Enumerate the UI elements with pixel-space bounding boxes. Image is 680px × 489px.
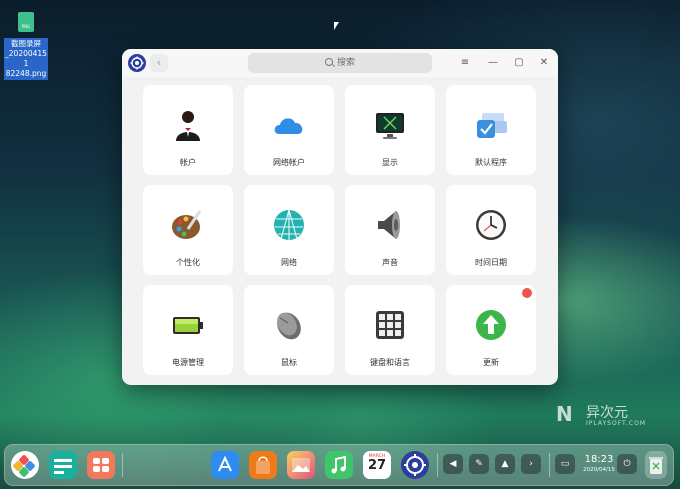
search-placeholder: 搜索 (336, 58, 355, 68)
search-input[interactable]: 搜索 (248, 53, 432, 73)
clock-date: 2020/04/15 (583, 467, 615, 473)
app-store-icon (218, 455, 232, 472)
dock: MARCH 27 ◀ ✎ ▲ › ▭ 18:23 2020/04/15 ⏻ (4, 444, 674, 486)
settings-gear-icon (404, 454, 426, 476)
tile-label: 帐户 (180, 158, 196, 167)
tile-date-time[interactable]: 时间日期 (446, 185, 536, 275)
tile-personalization[interactable]: 个性化 (143, 185, 233, 275)
tile-label: 个性化 (176, 258, 200, 267)
palette-icon (172, 210, 202, 239)
pen-icon: ✎ (475, 459, 483, 469)
power-icon: ⏻ (623, 459, 631, 469)
tile-label: 默认程序 (475, 158, 507, 167)
volume-icon: ◀ (449, 459, 457, 469)
tile-default-apps[interactable]: 默认程序 (446, 85, 536, 175)
tile-sound[interactable]: 声音 (345, 185, 435, 275)
trash-button[interactable] (645, 451, 667, 479)
photos-button[interactable] (287, 451, 315, 479)
notification-button[interactable]: ▲ (495, 454, 515, 474)
png-file-icon: PNG (18, 12, 34, 32)
control-center-logo-icon (128, 54, 146, 72)
close-button[interactable]: ✕ (535, 54, 553, 72)
clock-icon (476, 210, 506, 240)
tile-label: 更新 (483, 358, 499, 367)
calendar-day: 27 (367, 458, 387, 473)
expand-tray-button[interactable]: › (521, 454, 541, 474)
app-store-grid-button[interactable] (87, 451, 115, 479)
tile-mouse[interactable]: 鼠标 (244, 285, 334, 375)
tile-account[interactable]: 帐户 (143, 85, 233, 175)
bell-icon: ▲ (501, 459, 509, 469)
maximize-button[interactable]: ▢ (510, 54, 528, 72)
chevron-right-icon: › (529, 459, 533, 469)
dock-separator (549, 453, 550, 477)
tile-keyboard-language[interactable]: 键盘和语言 (345, 285, 435, 375)
search-icon (324, 58, 333, 66)
titlebar: ‹ 搜索 ≡ — ▢ ✕ (122, 49, 558, 77)
power-button[interactable]: ⏻ (617, 454, 637, 474)
tile-label: 时间日期 (475, 258, 507, 267)
tile-network[interactable]: 网络 (244, 185, 334, 275)
launcher-button[interactable] (11, 451, 39, 479)
music-button[interactable] (325, 451, 353, 479)
default-apps-icon (477, 113, 507, 138)
desktop-file-screenshot[interactable]: PNG 截图录屏 _202004151 82248.png (4, 12, 48, 80)
tile-label: 电源管理 (172, 358, 204, 367)
mouse-icon (277, 312, 301, 340)
tile-label: 网络 (281, 258, 297, 267)
file-type-text: PNG (21, 24, 31, 29)
display-icon (376, 113, 404, 139)
network-icon (274, 209, 304, 240)
file-name-label: 截图录屏 _202004151 82248.png (4, 38, 48, 80)
watermark-text: 异次元 (586, 405, 628, 421)
clock-time: 18:23 (584, 454, 614, 465)
tile-network-account[interactable]: 网络帐户 (244, 85, 334, 175)
update-icon (476, 310, 506, 340)
speaker-icon (378, 211, 400, 239)
tile-power[interactable]: 电源管理 (143, 285, 233, 375)
tile-display[interactable]: 显示 (345, 85, 435, 175)
update-notification-badge (522, 288, 532, 298)
tile-update[interactable]: 更新 (446, 285, 536, 375)
keyboard-layout-button[interactable]: ▭ (555, 454, 575, 474)
back-button[interactable]: ‹ (150, 54, 168, 72)
tile-label: 显示 (382, 158, 398, 167)
minimize-button[interactable]: — (484, 54, 502, 72)
calendar-icon: MARCH 27 (363, 451, 391, 479)
dock-separator (122, 453, 123, 477)
multitask-icon (54, 459, 72, 474)
volume-button[interactable]: ◀ (443, 454, 463, 474)
file-name-line: _202004151 (5, 49, 47, 68)
clock[interactable]: 18:23 2020/04/15 (583, 454, 615, 474)
trash-icon (649, 457, 663, 474)
battery-icon (173, 317, 203, 334)
cloud-icon (274, 118, 303, 134)
menu-button[interactable]: ≡ (456, 54, 474, 72)
multitask-view-button[interactable] (49, 451, 77, 479)
tile-label: 鼠标 (281, 358, 297, 367)
pen-button[interactable]: ✎ (469, 454, 489, 474)
launcher-icon (13, 455, 35, 477)
shopping-bag-icon (256, 456, 270, 474)
calendar-button[interactable]: MARCH 27 (363, 451, 391, 479)
file-name-line: 82248.png (5, 69, 47, 78)
mouse-cursor-icon (334, 22, 339, 30)
control-center-window: ‹ 搜索 ≡ — ▢ ✕ 帐户 网络帐户 显示 默认程序 个性化 网络 声音 时… (122, 49, 558, 385)
tile-label: 键盘和语言 (370, 358, 410, 367)
watermark-subtext: IPLAYSOFT.COM (586, 420, 646, 427)
app-store-button[interactable] (211, 451, 239, 479)
dock-separator (437, 453, 438, 477)
grid-icon (93, 458, 109, 472)
file-name-line: 截图录屏 (11, 39, 41, 48)
account-icon (176, 111, 200, 141)
photos-icon (292, 458, 310, 472)
watermark-logo-icon: N (556, 402, 573, 426)
control-center-dock-button[interactable] (401, 451, 429, 479)
tile-label: 声音 (382, 258, 398, 267)
keyboard-icon (376, 311, 404, 339)
keyboard-small-icon: ▭ (560, 459, 570, 469)
shopping-bag-button[interactable] (249, 451, 277, 479)
music-icon (331, 455, 346, 474)
tile-label: 网络帐户 (273, 158, 305, 167)
